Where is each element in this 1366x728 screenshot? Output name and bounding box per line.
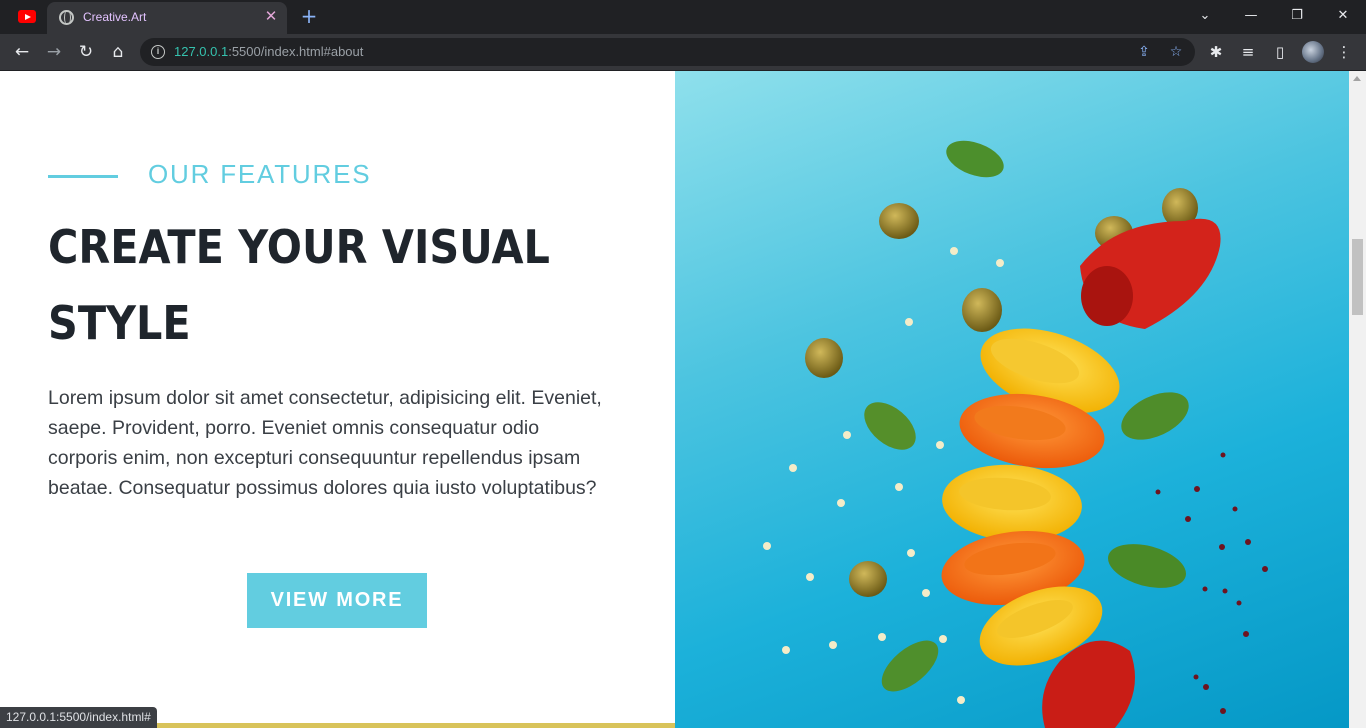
close-window-button[interactable]: ✕ (1332, 6, 1354, 26)
scroll-up-arrow-icon[interactable] (1353, 76, 1361, 81)
page-viewport: OUR FEATURES CREATE YOUR VISUAL STYLE Lo… (0, 71, 1366, 728)
browser-toolbar: ← → ↻ ⌂ i 127.0.0.1:5500/index.html#abou… (0, 34, 1366, 71)
home-button[interactable]: ⌂ (106, 40, 130, 64)
back-button[interactable]: ← (10, 40, 34, 64)
browser-tab[interactable]: Creative.Art ✕ (47, 2, 287, 34)
section-label: OUR FEATURES (148, 159, 372, 189)
close-tab-icon[interactable]: ✕ (263, 8, 279, 24)
minimize-button[interactable]: — (1240, 6, 1262, 26)
url-text[interactable]: 127.0.0.1:5500/index.html#about (174, 44, 363, 59)
restore-button[interactable]: ❐ (1286, 6, 1308, 26)
reload-button[interactable]: ↻ (74, 40, 98, 64)
profile-avatar-icon[interactable] (1302, 41, 1324, 63)
share-icon[interactable]: ⇪ (1135, 43, 1153, 61)
menu-icon[interactable]: ⋮ (1333, 41, 1355, 63)
media-queue-icon[interactable]: ≡ (1237, 41, 1259, 63)
address-bar[interactable]: i 127.0.0.1:5500/index.html#about ⇪ ☆ (140, 38, 1195, 66)
hero-image (675, 71, 1349, 728)
globe-icon (59, 10, 74, 25)
site-info-icon[interactable]: i (151, 45, 165, 59)
page-scrollbar[interactable] (1349, 71, 1366, 728)
bookmark-star-icon[interactable]: ☆ (1167, 43, 1185, 61)
forward-button[interactable]: → (42, 40, 66, 64)
view-more-button[interactable]: VIEW MORE (247, 573, 427, 628)
tab-strip: Creative.Art ✕ + ⌄ — ❐ ✕ (0, 0, 1366, 34)
side-panel-icon[interactable]: ▯ (1269, 41, 1291, 63)
link-status-bubble: 127.0.0.1:5500/index.html# (0, 707, 157, 728)
extensions-icon[interactable]: ✱ (1205, 41, 1227, 63)
section-divider-bar (153, 723, 675, 728)
tab-title: Creative.Art (83, 10, 147, 24)
body-paragraph: Lorem ipsum dolor sit amet consectetur, … (48, 387, 602, 499)
page-title: CREATE YOUR VISUAL STYLE (48, 220, 550, 350)
youtube-icon[interactable] (18, 10, 36, 23)
tab-search-icon[interactable]: ⌄ (1194, 6, 1216, 26)
section-label-line (48, 175, 118, 178)
new-tab-button[interactable]: + (298, 5, 320, 27)
scroll-thumb[interactable] (1352, 239, 1363, 315)
